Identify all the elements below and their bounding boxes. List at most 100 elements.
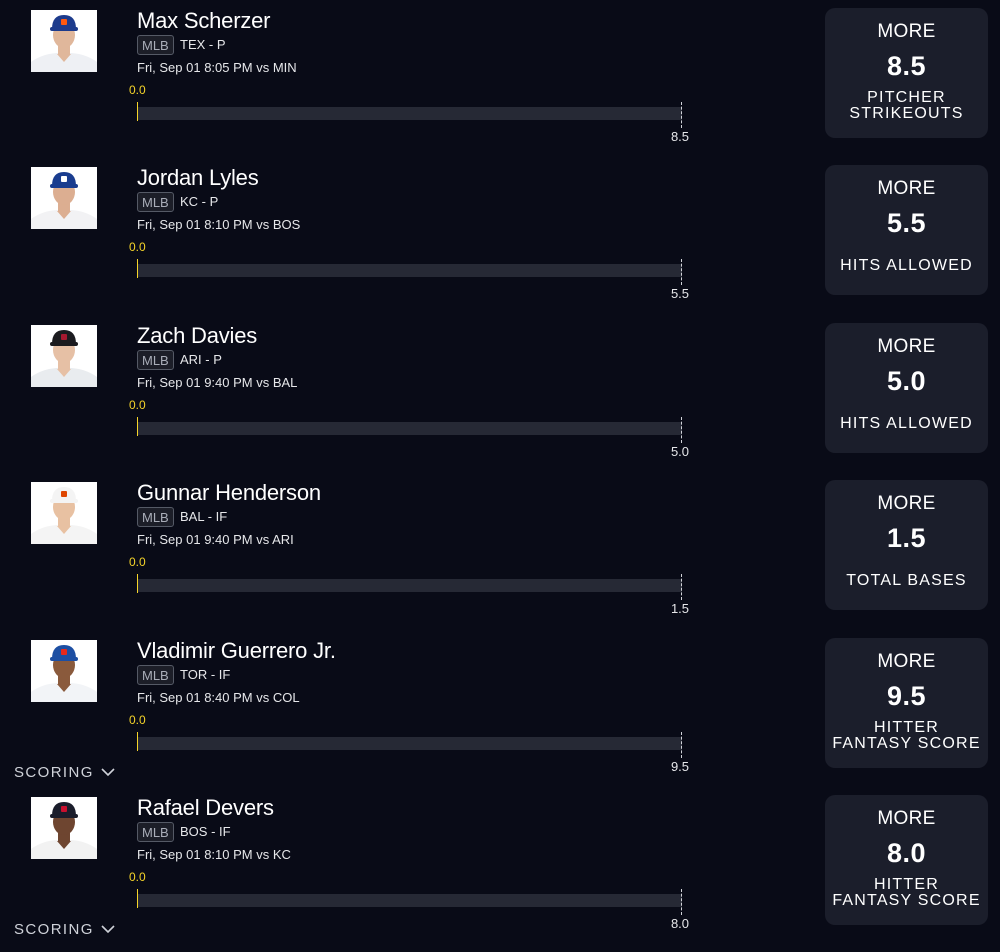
goal-marker [681,574,682,600]
stat-type-line: FANTASY SCORE [832,892,981,909]
player-name[interactable]: Jordan Lyles [137,165,259,191]
team-position: BAL - IF [180,509,228,524]
scoring-label: SCORING [14,921,94,938]
progress-track [138,107,682,120]
game-time: Fri, Sep 01 9:40 PM vs ARI [137,532,294,547]
line-value: 9.5 [886,681,927,711]
progress-start-marker [137,732,138,751]
goal-marker [681,417,682,443]
team-position: TOR - IF [180,667,231,682]
game-time: Fri, Sep 01 8:05 PM vs MIN [137,60,297,75]
stat-type-line: STRIKEOUTS [849,105,964,122]
player-name[interactable]: Max Scherzer [137,8,271,34]
progress-track [138,264,682,277]
avatar [31,797,97,859]
avatar [31,325,97,387]
league-badge: MLB [137,665,174,685]
direction-label: MORE [877,808,936,829]
progress-start-marker [137,102,138,121]
avatar [31,167,97,229]
projection-row: Vladimir Guerrero Jr. MLB TOR - IF Fri, Sep… [0,638,1000,795]
goal-value: 5.5 [670,286,690,301]
scoring-dropdown[interactable]: SCORING [14,921,115,938]
progress-track [138,422,682,435]
stat-type-line: HITTER [874,876,939,893]
game-time: Fri, Sep 01 9:40 PM vs BAL [137,375,298,390]
current-value: 0.0 [129,240,146,254]
projection-list: Max Scherzer MLB TEX - P Fri, Sep 01 8:05 P… [0,0,1000,943]
line-value: 8.5 [886,51,927,81]
player-name[interactable]: Gunnar Henderson [137,480,321,506]
game-time: Fri, Sep 01 8:40 PM vs COL [137,690,300,705]
league-badge: MLB [137,35,174,55]
goal-value: 5.0 [670,444,690,459]
current-value: 0.0 [129,83,146,97]
projection-card[interactable]: MORE 8.5 PITCHER STRIKEOUTS [825,8,988,138]
progress-start-marker [137,574,138,593]
projection-row: Rafael Devers MLB BOS - IF Fri, Sep 01 8:10… [0,795,1000,952]
avatar [31,640,97,702]
projection-card[interactable]: MORE 9.5 HITTER FANTASY SCORE [825,638,988,768]
stat-type-line: FANTASY SCORE [832,735,981,752]
goal-marker [681,732,682,758]
chevron-down-icon [101,925,115,934]
line-value: 5.5 [886,208,927,238]
progress-track [138,737,682,750]
projection-row: Jordan Lyles MLB KC - P Fri, Sep 01 8:10 PM… [0,165,1000,322]
avatar [31,482,97,544]
player-name[interactable]: Zach Davies [137,323,257,349]
scoring-label: SCORING [14,764,94,781]
projection-card[interactable]: MORE 5.0 HITS ALLOWED [825,323,988,453]
stat-type: HITTER FANTASY SCORE [825,720,988,752]
stat-type-line: HITS ALLOWED [840,415,973,432]
projection-row: Zach Davies MLB ARI - P Fri, Sep 01 9:40 PM… [0,323,1000,480]
line-value: 1.5 [886,523,927,553]
current-value: 0.0 [129,555,146,569]
projection-card[interactable]: MORE 5.5 HITS ALLOWED [825,165,988,295]
stat-type: PITCHER STRIKEOUTS [825,90,988,122]
goal-value: 8.0 [670,916,690,931]
direction-label: MORE [877,21,936,42]
game-time: Fri, Sep 01 8:10 PM vs KC [137,847,291,862]
progress-start-marker [137,259,138,278]
stat-type: HITS ALLOWED [825,416,988,432]
direction-label: MORE [877,336,936,357]
line-value: 8.0 [886,838,927,868]
team-position: BOS - IF [180,824,231,839]
current-value: 0.0 [129,713,146,727]
projection-card[interactable]: MORE 8.0 HITTER FANTASY SCORE [825,795,988,925]
scoring-dropdown[interactable]: SCORING [14,764,115,781]
goal-marker [681,889,682,915]
progress-track [138,894,682,907]
league-badge: MLB [137,822,174,842]
player-headshot-diamondbacks-cap-icon [31,325,97,387]
current-value: 0.0 [129,398,146,412]
progress-track [138,579,682,592]
player-headshot-mets-cap-icon [31,10,97,72]
stat-type-line: TOTAL BASES [846,572,967,589]
line-value: 5.0 [886,366,927,396]
progress-start-marker [137,889,138,908]
team-position: ARI - P [180,352,222,367]
progress-start-marker [137,417,138,436]
player-name[interactable]: Vladimir Guerrero Jr. [137,638,336,664]
player-headshot-blue-jays-cap-icon [31,640,97,702]
player-name[interactable]: Rafael Devers [137,795,274,821]
stat-type-line: HITTER [874,719,939,736]
direction-label: MORE [877,178,936,199]
avatar [31,10,97,72]
team-position: KC - P [180,194,219,209]
projection-card[interactable]: MORE 1.5 TOTAL BASES [825,480,988,610]
direction-label: MORE [877,651,936,672]
goal-value: 1.5 [670,601,690,616]
goal-value: 9.5 [670,759,690,774]
stat-type: HITTER FANTASY SCORE [825,877,988,909]
player-headshot-red-sox-cap-icon [31,797,97,859]
stat-type-line: PITCHER [867,89,946,106]
goal-marker [681,102,682,128]
chevron-down-icon [101,768,115,777]
stat-type: TOTAL BASES [825,573,988,589]
goal-value: 8.5 [670,129,690,144]
projection-row: Gunnar Henderson MLB BAL - IF Fri, Sep 01 9… [0,480,1000,637]
team-position: TEX - P [180,37,226,52]
